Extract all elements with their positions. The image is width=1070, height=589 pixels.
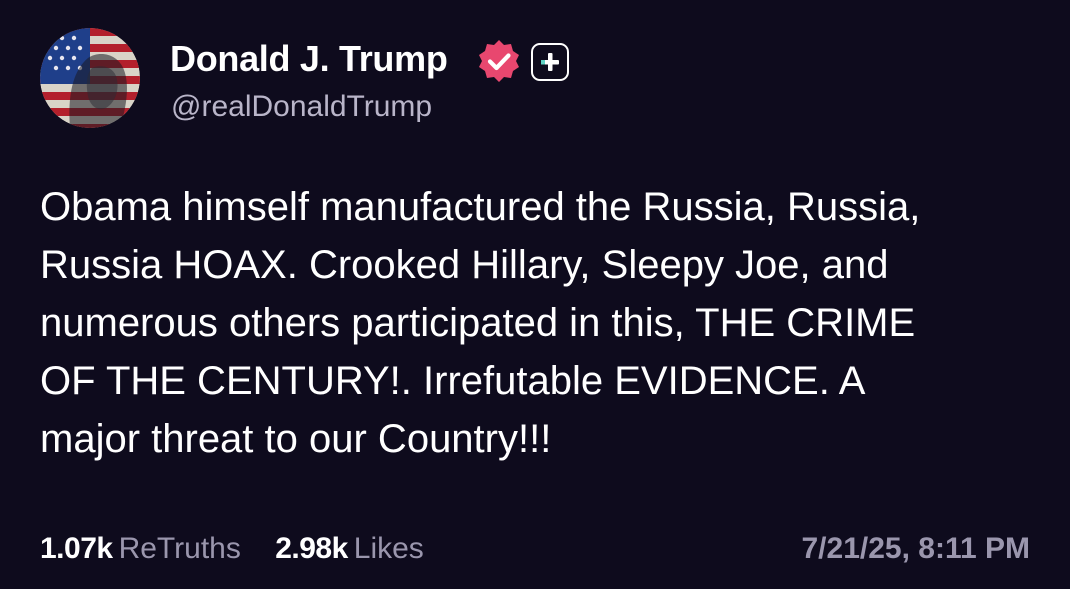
likes-label: Likes <box>353 532 424 565</box>
truth-post-card: Donald J. Trump @realDonaldTrump Obama h… <box>0 0 1070 589</box>
post-text-line: OF THE CENTURY!. Irrefutable EVIDENCE. A <box>40 359 866 403</box>
post-body-text: Obama himself manufactured the Russia, R… <box>40 178 1035 468</box>
author-display-name[interactable]: Donald J. Trump <box>170 38 448 80</box>
follow-button[interactable] <box>531 43 569 81</box>
post-text-line: numerous others participated in this, TH… <box>40 301 916 345</box>
post-stats: 1.07k ReTruths 2.98k Likes <box>40 532 424 566</box>
plus-icon <box>541 53 559 71</box>
likes-stat[interactable]: 2.98k Likes <box>275 532 424 566</box>
post-text-line: major threat to our Country!!! <box>40 417 552 461</box>
post-timestamp: 7/21/25, 8:11 PM <box>801 532 1031 565</box>
avatar-flag-portrait-icon <box>40 28 140 128</box>
retruths-count: 1.07k <box>40 532 113 565</box>
author-handle[interactable]: @realDonaldTrump <box>171 90 432 124</box>
retruths-stat[interactable]: 1.07k ReTruths <box>40 532 241 566</box>
post-text-line: Obama himself manufactured the Russia, R… <box>40 185 921 229</box>
post-text-line: Russia HOAX. Crooked Hillary, Sleepy Joe… <box>40 243 889 287</box>
profile-avatar[interactable] <box>40 28 140 128</box>
retruths-label: ReTruths <box>118 532 241 565</box>
verified-check-badge-icon <box>476 38 522 84</box>
likes-count: 2.98k <box>275 532 348 565</box>
